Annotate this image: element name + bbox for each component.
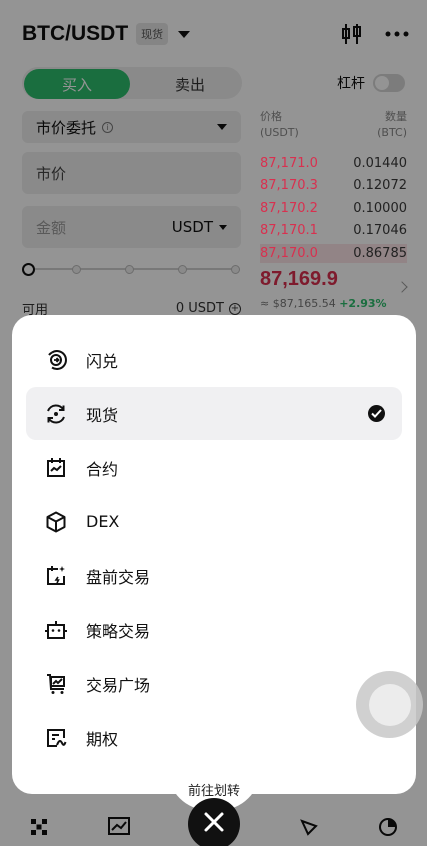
menu-item-spot[interactable]: 现货 <box>26 387 402 440</box>
trading-square-icon <box>43 671 69 697</box>
ask-qty: 0.01440 <box>353 155 407 171</box>
options-icon <box>43 725 69 751</box>
menu-item-swap[interactable]: 闪兑 <box>26 333 402 386</box>
premarket-icon <box>43 563 69 589</box>
menu-item-label: 闪兑 <box>86 351 119 371</box>
close-button[interactable] <box>188 798 240 846</box>
menu-item-futures[interactable]: 合约 <box>26 441 402 494</box>
menu-item-label: 期权 <box>86 729 119 749</box>
menu-item-trading-square[interactable]: 交易广场 <box>26 657 402 710</box>
ask-price: 87,170.0 <box>260 245 318 261</box>
close-icon <box>203 811 225 837</box>
ask-price: 87,170.3 <box>260 178 318 194</box>
ask-price: 87,170.1 <box>260 223 318 239</box>
ask-price: 87,170.2 <box>260 200 318 216</box>
menu-item-strategy[interactable]: 策略交易 <box>26 603 402 656</box>
menu-item-premarket[interactable]: 盘前交易 <box>26 549 402 602</box>
ask-qty: 0.12072 <box>353 178 407 194</box>
bot-icon <box>43 617 69 643</box>
ask-price: 87,171.0 <box>260 155 318 171</box>
ask-qty: 0.17046 <box>353 223 407 239</box>
menu-item-label: 盘前交易 <box>86 567 151 587</box>
menu-item-label: 合约 <box>86 459 119 479</box>
ask-qty: 0.86785 <box>353 245 407 261</box>
menu-item-label: DEX <box>86 512 120 531</box>
menu-item-dex[interactable]: DEX <box>26 495 402 548</box>
trade-type-menu: 闪兑 现货 合约 DEX 盘前交易 策略交易 交易广场 期权 <box>12 315 416 794</box>
futures-calendar-icon <box>43 455 69 481</box>
swap-circle-icon <box>43 347 69 373</box>
assistive-button-inner <box>371 686 408 723</box>
menu-item-label: 交易广场 <box>86 675 151 695</box>
menu-item-label: 策略交易 <box>86 621 151 641</box>
floating-assistive-button[interactable] <box>356 671 423 738</box>
menu-item-label: 现货 <box>86 405 119 425</box>
spot-refresh-icon <box>43 401 69 427</box>
menu-item-options[interactable]: 期权 <box>26 711 402 764</box>
dex-cube-icon <box>43 509 69 535</box>
transfer-link[interactable]: 前往划转 <box>168 780 260 799</box>
check-icon <box>368 405 385 422</box>
ask-qty: 0.10000 <box>353 200 407 216</box>
